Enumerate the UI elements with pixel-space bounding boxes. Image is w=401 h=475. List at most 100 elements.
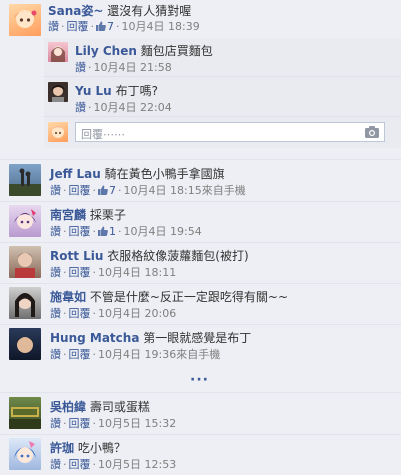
- reply-link[interactable]: 回覆: [69, 417, 91, 430]
- reply-link[interactable]: 回覆: [69, 307, 91, 320]
- reply-yu-lu: Yu Lu 布丁嗎? 讚 · 10月4日 22:04: [0, 78, 401, 116]
- reply-link[interactable]: 回覆: [67, 20, 89, 33]
- comment-text: 第一眼就感覺是布丁: [143, 331, 252, 345]
- comment-nangong-lin: 南宮麟 採栗子 讚 · 回覆 · 1 · 10月4日 19:54: [0, 203, 401, 241]
- timestamp[interactable]: 10月4日 19:54: [124, 225, 202, 238]
- comment-text: 不管是什麼~反正一定跟吃得有關~~: [89, 290, 289, 304]
- comment-wu-bowei: 吳柏緯 壽司或蛋糕 讚 · 回覆 · 10月5日 15:32: [0, 395, 401, 433]
- like-link[interactable]: 讚: [75, 61, 86, 74]
- avatar[interactable]: [48, 42, 68, 62]
- reply-input[interactable]: 回覆⋯⋯: [75, 122, 385, 142]
- divider: [0, 392, 401, 393]
- current-user-avatar: [48, 122, 68, 142]
- avatar[interactable]: [9, 246, 41, 278]
- divider: [0, 201, 401, 202]
- like-count[interactable]: 7: [98, 184, 116, 197]
- timestamp[interactable]: 10月4日 19:36: [98, 348, 176, 361]
- avatar[interactable]: [9, 328, 41, 360]
- more-comments-link[interactable]: ···: [190, 372, 209, 388]
- comment-text: 騎在黃色小鴨手拿國旗: [104, 167, 225, 181]
- timestamp[interactable]: 10月4日 22:04: [94, 101, 172, 114]
- comments-panel: { "comments": [ { "name": "Sana", "name_…: [0, 0, 401, 475]
- avatar-image: [15, 293, 35, 317]
- comment-text: 還沒有人猜對喔: [107, 4, 192, 18]
- avatar-image: [51, 85, 65, 102]
- source-label: 來自手機: [201, 184, 246, 197]
- like-link[interactable]: 讚: [50, 458, 61, 471]
- avatar-image: [51, 126, 65, 138]
- avatar[interactable]: [9, 438, 41, 470]
- avatar[interactable]: [9, 205, 41, 237]
- comment-hung-matcha: Hung Matcha 第一眼就感覺是布丁 讚 · 回覆 · 10月4日 19:36來自…: [0, 326, 401, 364]
- commenter-name[interactable]: Yu Lu: [75, 84, 112, 98]
- avatar-image: [14, 10, 37, 28]
- divider: [0, 159, 401, 160]
- commenter-name[interactable]: Hung Matcha: [50, 331, 139, 345]
- timestamp[interactable]: 10月4日 18:11: [98, 266, 176, 279]
- timestamp[interactable]: 10月4日 18:15: [124, 184, 202, 197]
- avatar[interactable]: [9, 397, 41, 429]
- comment-text: 吃小鴨？: [77, 441, 126, 455]
- avatar[interactable]: [9, 287, 41, 319]
- timestamp[interactable]: 10月4日 20:06: [98, 307, 176, 320]
- avatar-image: [9, 168, 41, 196]
- comment-shi-weiru: 施韋如 不管是什麼~反正一定跟吃得有關~~ 讚 · 回覆 · 10月4日 20:06: [0, 285, 401, 323]
- avatar[interactable]: [9, 4, 41, 36]
- reply-link[interactable]: 回覆: [69, 348, 91, 361]
- timestamp[interactable]: 10月5日 15:32: [98, 417, 176, 430]
- divider: [0, 434, 401, 435]
- reply-link[interactable]: 回覆: [69, 184, 91, 197]
- like-count[interactable]: 7: [96, 20, 114, 33]
- timestamp[interactable]: 10月4日 21:58: [94, 61, 172, 74]
- avatar[interactable]: [48, 82, 68, 102]
- divider: [0, 324, 401, 325]
- comment-text: 壽司或蛋糕: [89, 400, 150, 414]
- comment-text: 布丁嗎?: [115, 84, 158, 98]
- like-count[interactable]: 1: [98, 225, 116, 238]
- like-link[interactable]: 讚: [50, 348, 61, 361]
- reply-link[interactable]: 回覆: [69, 225, 91, 238]
- avatar-image: [9, 407, 41, 429]
- commenter-name[interactable]: Lily Chen: [75, 44, 137, 58]
- like-link[interactable]: 讚: [50, 266, 61, 279]
- commenter-name[interactable]: 許珈: [50, 441, 74, 455]
- source-label: 來自手機: [176, 348, 221, 361]
- avatar-image: [15, 253, 35, 278]
- commenter-name[interactable]: 施韋如: [50, 290, 86, 304]
- reply-input-placeholder: 回覆⋯⋯: [81, 128, 125, 141]
- reply-lily-chen: Lily Chen 麵包店買麵包 讚 · 10月4日 21:58: [0, 38, 401, 76]
- commenter-name-suffix[interactable]: 姿~: [81, 4, 103, 18]
- divider: [44, 116, 401, 117]
- avatar[interactable]: [9, 164, 41, 196]
- comment-rott-liu: Rott Liu 衣服格紋像菠蘿麵包(被打) 讚 · 回覆 · 10月4日 18:11: [0, 244, 401, 282]
- like-link[interactable]: 讚: [50, 184, 61, 197]
- commenter-name[interactable]: Rott Liu: [50, 249, 103, 263]
- camera-icon[interactable]: [365, 126, 379, 138]
- commenter-name[interactable]: Jeff Lau: [50, 167, 101, 181]
- comment-xu-jia: 許珈 吃小鴨？ 讚 · 回覆 · 10月5日 12:53: [0, 436, 401, 474]
- timestamp[interactable]: 10月4日 18:39: [122, 20, 200, 33]
- commenter-name[interactable]: 南宮麟: [50, 208, 86, 222]
- commenter-name[interactable]: 吳柏緯: [50, 400, 86, 414]
- reply-link[interactable]: 回覆: [69, 266, 91, 279]
- avatar-image: [14, 441, 36, 463]
- avatar-image: [51, 46, 65, 62]
- thumbs-up-icon: [98, 185, 108, 195]
- divider: [44, 76, 401, 77]
- timestamp[interactable]: 10月5日 12:53: [98, 458, 176, 471]
- commenter-name[interactable]: Sana: [48, 4, 81, 18]
- comment-text: 衣服格紋像菠蘿麵包(被打): [107, 249, 249, 263]
- like-link[interactable]: 讚: [48, 20, 59, 33]
- avatar-image: [14, 209, 36, 229]
- comment-text: 採栗子: [89, 208, 126, 222]
- avatar-image: [16, 337, 34, 353]
- divider: [0, 283, 401, 284]
- like-link[interactable]: 讚: [50, 307, 61, 320]
- divider: [0, 242, 401, 243]
- comment-jeff-lau: Jeff Lau 騎在黃色小鴨手拿國旗 讚 · 回覆 · 7 · 10月4日 18:15來自…: [0, 162, 401, 200]
- like-link[interactable]: 讚: [75, 101, 86, 114]
- reply-link[interactable]: 回覆: [69, 458, 91, 471]
- comment-sana: Sana姿~ 還沒有人猜對喔 讚 · 回覆 · 7 · 10月4日 18:39: [0, 0, 401, 40]
- like-link[interactable]: 讚: [50, 225, 61, 238]
- like-link[interactable]: 讚: [50, 417, 61, 430]
